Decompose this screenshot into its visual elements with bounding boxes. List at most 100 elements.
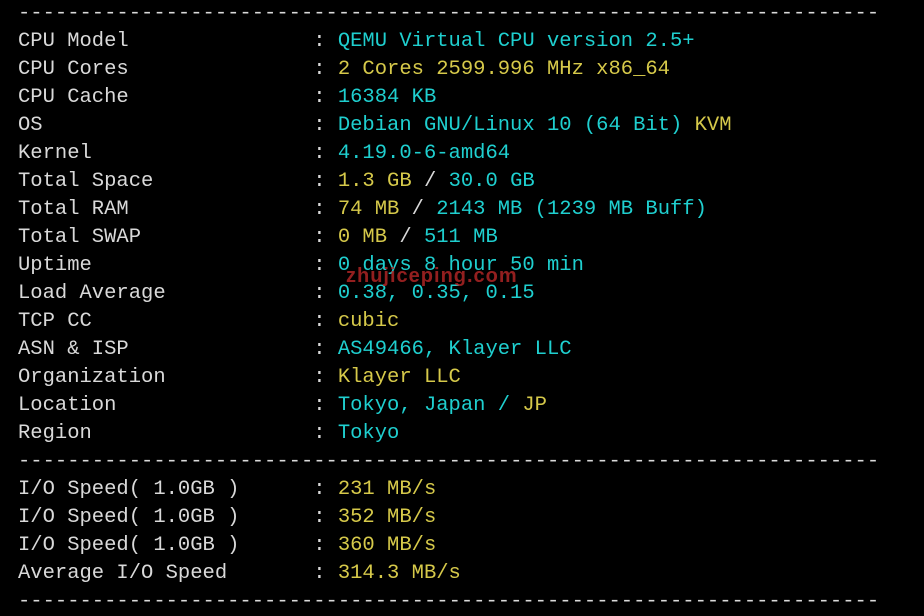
- sysinfo-label: CPU Model: [18, 28, 313, 56]
- sysinfo-value: Klayer LLC: [338, 364, 906, 392]
- iospeed-value: 314.3 MB/s: [338, 560, 906, 588]
- sysinfo-value: Tokyo, Japan / JP: [338, 392, 906, 420]
- sysinfo-row: ASN & ISP: AS49466, Klayer LLC: [18, 336, 906, 364]
- sysinfo-row: Kernel: 4.19.0-6-amd64: [18, 140, 906, 168]
- separator: :: [313, 280, 338, 308]
- sysinfo-value: 0 MB / 511 MB: [338, 224, 906, 252]
- value-part: AS49466, Klayer LLC: [338, 338, 572, 361]
- iospeed-row: I/O Speed( 1.0GB ): 360 MB/s: [18, 532, 906, 560]
- sysinfo-label: Kernel: [18, 140, 313, 168]
- sysinfo-row: CPU Cores: 2 Cores 2599.996 MHz x86_64: [18, 56, 906, 84]
- value-part: 0.38, 0.35, 0.15: [338, 282, 535, 305]
- sysinfo-value: 74 MB / 2143 MB (1239 MB Buff): [338, 196, 906, 224]
- separator: :: [313, 112, 338, 140]
- value-part: 2 Cores 2599.996 MHz x86_64: [338, 58, 670, 81]
- sysinfo-label: Location: [18, 392, 313, 420]
- value-part: 360 MB/s: [338, 534, 436, 557]
- sysinfo-value: 2 Cores 2599.996 MHz x86_64: [338, 56, 906, 84]
- value-part: Debian GNU/Linux 10 (64 Bit): [338, 114, 695, 137]
- separator: :: [313, 560, 338, 588]
- separator: :: [313, 504, 338, 532]
- sysinfo-value: AS49466, Klayer LLC: [338, 336, 906, 364]
- separator: :: [313, 308, 338, 336]
- value-part: 314.3 MB/s: [338, 562, 461, 585]
- sysinfo-label: CPU Cores: [18, 56, 313, 84]
- value-part: 1.3 GB: [338, 170, 424, 193]
- separator: :: [313, 224, 338, 252]
- value-part: JP: [522, 394, 547, 417]
- iospeed-label: Average I/O Speed: [18, 560, 313, 588]
- separator: :: [313, 28, 338, 56]
- divider-mid: ----------------------------------------…: [18, 448, 906, 476]
- sysinfo-value: Debian GNU/Linux 10 (64 Bit) KVM: [338, 112, 906, 140]
- iospeed-value: 360 MB/s: [338, 532, 906, 560]
- value-part: cubic: [338, 310, 400, 333]
- sysinfo-row: Total RAM: 74 MB / 2143 MB (1239 MB Buff…: [18, 196, 906, 224]
- sysinfo-row: Region: Tokyo: [18, 420, 906, 448]
- separator: :: [313, 168, 338, 196]
- value-part: 352 MB/s: [338, 506, 436, 529]
- iospeed-row: Average I/O Speed: 314.3 MB/s: [18, 560, 906, 588]
- value-part: Klayer LLC: [338, 366, 461, 389]
- separator: :: [313, 392, 338, 420]
- sysinfo-label: Load Average: [18, 280, 313, 308]
- value-part: 74 MB: [338, 198, 412, 221]
- iospeed-row: I/O Speed( 1.0GB ): 352 MB/s: [18, 504, 906, 532]
- sysinfo-label: Total SWAP: [18, 224, 313, 252]
- divider-top: ----------------------------------------…: [18, 0, 906, 28]
- iospeed-label: I/O Speed( 1.0GB ): [18, 504, 313, 532]
- value-part: 2143 MB: [436, 198, 534, 221]
- value-part: 0 days 8 hour 50 min: [338, 254, 584, 277]
- sysinfo-value: 0.38, 0.35, 0.15: [338, 280, 906, 308]
- iospeed-value: 231 MB/s: [338, 476, 906, 504]
- sysinfo-label: Uptime: [18, 252, 313, 280]
- sysinfo-row: TCP CC: cubic: [18, 308, 906, 336]
- divider-bottom: ----------------------------------------…: [18, 588, 906, 616]
- separator: :: [313, 196, 338, 224]
- sysinfo-row: OS: Debian GNU/Linux 10 (64 Bit) KVM: [18, 112, 906, 140]
- value-part: 511 MB: [424, 226, 498, 249]
- separator: :: [313, 336, 338, 364]
- separator: :: [313, 252, 338, 280]
- value-part: 4.19.0-6-amd64: [338, 142, 510, 165]
- value-part: KVM: [695, 114, 732, 137]
- separator: :: [313, 476, 338, 504]
- sysinfo-value: Tokyo: [338, 420, 906, 448]
- sysinfo-row: Organization: Klayer LLC: [18, 364, 906, 392]
- sysinfo-value: QEMU Virtual CPU version 2.5+: [338, 28, 906, 56]
- sysinfo-row: CPU Cache: 16384 KB: [18, 84, 906, 112]
- sysinfo-label: ASN & ISP: [18, 336, 313, 364]
- value-part: 30.0 GB: [449, 170, 535, 193]
- separator: :: [313, 140, 338, 168]
- separator: :: [313, 420, 338, 448]
- sysinfo-value: 1.3 GB / 30.0 GB: [338, 168, 906, 196]
- sysinfo-label: Total Space: [18, 168, 313, 196]
- sysinfo-value: 4.19.0-6-amd64: [338, 140, 906, 168]
- value-part: 0 MB: [338, 226, 400, 249]
- io-speed-block: I/O Speed( 1.0GB ): 231 MB/sI/O Speed( 1…: [18, 476, 906, 588]
- iospeed-label: I/O Speed( 1.0GB ): [18, 532, 313, 560]
- value-part: /: [399, 226, 424, 249]
- value-part: 16384 KB: [338, 86, 436, 109]
- separator: :: [313, 56, 338, 84]
- sysinfo-label: CPU Cache: [18, 84, 313, 112]
- system-info-block: CPU Model: QEMU Virtual CPU version 2.5+…: [18, 28, 906, 448]
- sysinfo-row: Uptime: 0 days 8 hour 50 min: [18, 252, 906, 280]
- separator: :: [313, 532, 338, 560]
- iospeed-row: I/O Speed( 1.0GB ): 231 MB/s: [18, 476, 906, 504]
- value-part: (1239 MB Buff): [535, 198, 707, 221]
- value-part: /: [412, 198, 437, 221]
- sysinfo-value: cubic: [338, 308, 906, 336]
- sysinfo-value: 0 days 8 hour 50 min: [338, 252, 906, 280]
- sysinfo-row: Total SWAP: 0 MB / 511 MB: [18, 224, 906, 252]
- value-part: Tokyo, Japan /: [338, 394, 523, 417]
- sysinfo-label: OS: [18, 112, 313, 140]
- iospeed-label: I/O Speed( 1.0GB ): [18, 476, 313, 504]
- separator: :: [313, 364, 338, 392]
- separator: :: [313, 84, 338, 112]
- sysinfo-row: CPU Model: QEMU Virtual CPU version 2.5+: [18, 28, 906, 56]
- sysinfo-label: Total RAM: [18, 196, 313, 224]
- sysinfo-label: Region: [18, 420, 313, 448]
- value-part: /: [424, 170, 449, 193]
- value-part: QEMU Virtual CPU version 2.5+: [338, 30, 695, 53]
